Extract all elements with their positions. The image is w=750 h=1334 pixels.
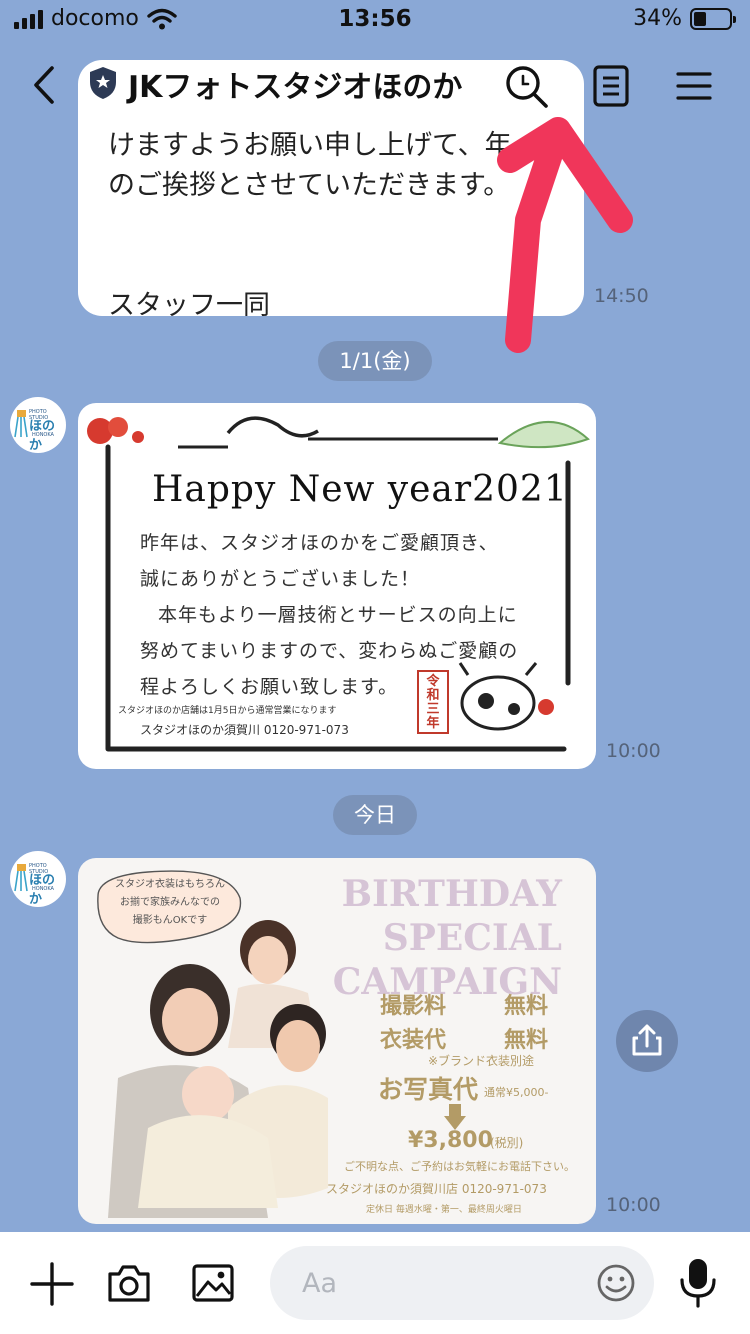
battery-group: 34%	[633, 6, 736, 31]
message-timestamp: 10:00	[606, 740, 661, 762]
campaign-note: ※ブランド衣装別途	[428, 1054, 535, 1068]
avatar[interactable]: PHOTO STUDIO ほのか HONOKA	[10, 397, 66, 453]
date-separator: 今日	[333, 795, 417, 835]
date-separator: 1/1(金)	[318, 341, 432, 381]
message-input-field[interactable]	[270, 1246, 654, 1320]
message-text: けますようお願い申し上げて、年 のご挨拶とさせていただきます。 スタッフ一同	[108, 130, 512, 321]
newyear-body: 昨年は、スタジオほのかをご愛顧頂き、 誠にありがとうございました！ 本年もより一…	[140, 525, 560, 705]
down-arrow-icon	[444, 1104, 466, 1130]
campaign-row1-left: 撮影料	[380, 994, 447, 1019]
avatar-sub-label: HONOKA	[32, 886, 54, 892]
chat-title: JKフォトスタジオほのか	[128, 70, 463, 105]
campaign-price-label: お写真代	[378, 1075, 479, 1104]
campaign-price-regular: 通常¥5,000-	[484, 1086, 549, 1099]
message-input[interactable]	[302, 1246, 582, 1320]
speech-line: スタジオ衣装はもちろん	[115, 879, 225, 890]
image-message-newyear[interactable]: Happy New year2021 昨年は、スタジオほのかをご愛顧頂き、 誠に…	[78, 403, 596, 769]
status-bar: docomo 13:56 34%	[0, 0, 750, 42]
campaign-row2-left: 衣装代	[380, 1028, 447, 1053]
campaign-contact-phone: スタジオほのか須賀川店 0120-971-073	[326, 1182, 547, 1196]
newyear-line: 程よろしくお願い致します。	[140, 676, 399, 698]
newyear-footer-note: スタジオほのか店舗は1月5日から通常営業になります	[118, 706, 337, 716]
microphone-icon[interactable]	[676, 1256, 720, 1310]
input-bar	[0, 1232, 750, 1334]
image-message-birthday-campaign[interactable]: スタジオ衣装はもちろん お揃で家族みんなでの 撮影もんOKです BIRTHDAY…	[78, 858, 596, 1224]
back-icon[interactable]	[24, 60, 68, 110]
menu-icon[interactable]	[674, 66, 714, 106]
newyear-seal: 令和三年	[426, 674, 440, 731]
emoji-icon[interactable]	[596, 1263, 636, 1303]
campaign-row1-right: 無料	[504, 994, 549, 1019]
newyear-footer-phone: スタジオほのか須賀川 0120-971-073	[140, 723, 349, 737]
newyear-line: 本年もより一層技術とサービスの向上に	[158, 604, 518, 626]
official-shield-icon	[90, 67, 116, 99]
plus-icon[interactable]	[28, 1260, 76, 1308]
campaign-closed-days: 定休日 毎週水曜・第一、最終周火曜日	[366, 1205, 522, 1215]
newyear-line: 誠にありがとうございました！	[140, 568, 421, 590]
campaign-price-tax: (税別)	[490, 1136, 524, 1150]
campaign-title: BIRTHDAY SPECIAL CAMPAIGN	[330, 872, 562, 1004]
battery-percent: 34%	[633, 6, 682, 31]
avatar[interactable]: PHOTO STUDIO ほのか HONOKA	[10, 851, 66, 907]
newyear-line: 努めてまいりますので、変わらぬご愛顧の	[140, 640, 519, 662]
share-icon	[632, 1024, 662, 1056]
battery-icon	[690, 7, 736, 30]
image-icon[interactable]	[190, 1262, 236, 1304]
campaign-row2-right: 無料	[504, 1028, 549, 1053]
campaign-title-line: BIRTHDAY	[341, 873, 562, 915]
speech-line: 撮影もんOKです	[132, 915, 208, 926]
campaign-price: ¥3,800	[408, 1128, 493, 1153]
newyear-line: 昨年は、スタジオほのかをご愛顧頂き、	[140, 532, 499, 554]
avatar-sub-label: HONOKA	[32, 432, 54, 438]
newyear-heading: Happy New year2021	[152, 469, 568, 510]
message-timestamp: 14:50	[594, 285, 649, 307]
notes-icon[interactable]	[590, 64, 632, 108]
camera-icon[interactable]	[106, 1262, 152, 1304]
share-button[interactable]	[616, 1010, 678, 1072]
speech-line: お揃で家族みんなでの	[120, 897, 220, 908]
message-timestamp: 10:00	[606, 1194, 661, 1216]
campaign-contact-note: ご不明な点、ご予約はお気軽にお電話下さい。	[344, 1160, 575, 1173]
campaign-title-line: SPECIAL	[382, 917, 562, 959]
search-icon[interactable]	[502, 62, 552, 112]
chat-header: JKフォトスタジオほのか	[0, 42, 750, 128]
speech-bubble: スタジオ衣装はもちろん お揃で家族みんなでの 撮影もんOKです	[96, 876, 244, 930]
